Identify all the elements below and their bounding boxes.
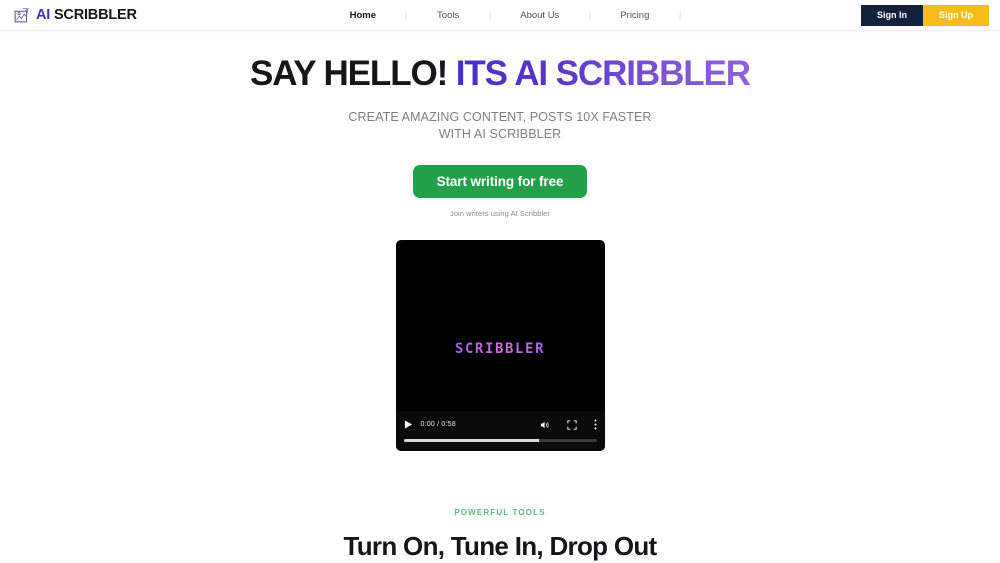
- scribbler-logo-icon: [14, 7, 29, 23]
- page-title: SAY HELLO! ITS AI SCRIBBLER: [0, 53, 1000, 94]
- powerful-tools-section: POWERFUL TOOLS Turn On, Tune In, Drop Ou…: [0, 508, 1000, 563]
- video-progress-bar[interactable]: [403, 439, 597, 443]
- section-eyebrow: POWERFUL TOOLS: [454, 508, 546, 518]
- hero-subtitle: CREATE AMAZING CONTENT, POSTS 10X FASTER…: [348, 110, 652, 141]
- video-progress-fill: [403, 439, 539, 443]
- hero-title-dark: SAY HELLO!: [250, 54, 456, 93]
- fullscreen-icon[interactable]: [566, 420, 577, 430]
- video-controls-bar: 0:00 / 0:58: [395, 411, 605, 452]
- main-navigation: Home Tools About Us Pricing: [320, 0, 681, 31]
- start-writing-button[interactable]: Start writing for free: [412, 165, 588, 199]
- video-controls-row: 0:00 / 0:58: [404, 417, 597, 432]
- hero-section: SAY HELLO! ITS AI SCRIBBLER CREATE AMAZI…: [0, 31, 1000, 452]
- sign-in-button[interactable]: Sign In: [861, 5, 923, 26]
- hero-title-gradient: ITS AI SCRIBBLER: [455, 54, 751, 93]
- nav-item-tools[interactable]: Tools: [407, 11, 489, 21]
- auth-buttons: Sign In Sign Up: [861, 0, 989, 31]
- hero-cta-wrapper: Start writing for free Join writers usin…: [0, 165, 1000, 218]
- promo-video-player[interactable]: SCRIBBLER 0:00 / 0:58: [395, 240, 605, 452]
- more-options-icon[interactable]: [593, 419, 597, 430]
- video-time-display: 0:00 / 0:58: [420, 421, 456, 429]
- brand-logo[interactable]: AI SCRIBBLER: [13, 0, 137, 31]
- play-icon[interactable]: [404, 420, 413, 429]
- page-content: SAY HELLO! ITS AI SCRIBBLER CREATE AMAZI…: [0, 31, 1000, 563]
- cta-note: Join writers using AI Scribbler: [450, 209, 550, 219]
- volume-icon[interactable]: [540, 420, 550, 430]
- site-header: AI SCRIBBLER Home Tools About Us Pricing…: [0, 0, 1000, 31]
- nav-item-home[interactable]: Home: [320, 11, 406, 21]
- video-logo-text: SCRIBBLER: [396, 341, 605, 357]
- brand-text: AI SCRIBBLER: [36, 8, 137, 23]
- sign-up-button[interactable]: Sign Up: [923, 5, 989, 26]
- brand-name-text: SCRIBBLER: [53, 7, 137, 24]
- video-controls-left: 0:00 / 0:58: [404, 420, 456, 429]
- video-controls-right: [540, 419, 597, 430]
- section-title: Turn On, Tune In, Drop Out: [343, 531, 657, 562]
- nav-item-pricing[interactable]: Pricing: [590, 11, 679, 21]
- brand-ai-text: AI: [36, 7, 51, 24]
- nav-separator: [679, 11, 681, 20]
- nav-item-about-us[interactable]: About Us: [490, 11, 589, 21]
